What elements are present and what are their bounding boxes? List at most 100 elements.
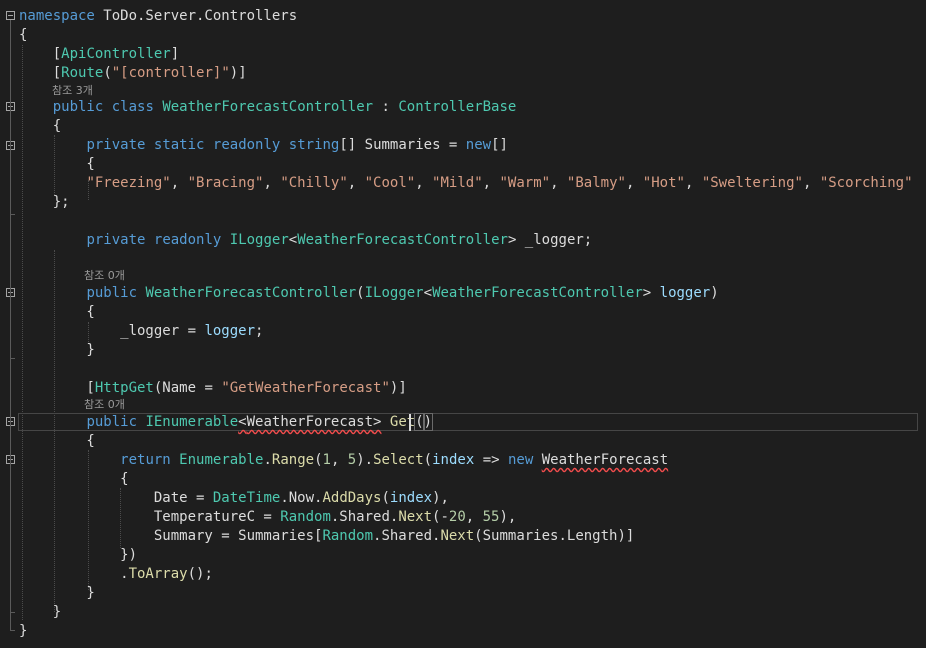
code-token: public bbox=[52, 99, 104, 115]
code-token: "Bracing" bbox=[187, 175, 264, 191]
code-token: < bbox=[423, 285, 433, 301]
code-token: Range bbox=[271, 452, 315, 468]
code-line[interactable]: private readonly ILogger<WeatherForecast… bbox=[19, 231, 592, 250]
code-token: ; bbox=[255, 323, 264, 339]
code-line[interactable]: { bbox=[19, 155, 95, 174]
code-token: } bbox=[19, 604, 62, 620]
code-token: , bbox=[550, 175, 567, 191]
fold-line bbox=[10, 20, 11, 630]
code-token: WeatherForecastController bbox=[162, 99, 374, 115]
code-token: ILogger bbox=[364, 285, 424, 301]
code-token: ApiController bbox=[61, 46, 171, 62]
code-token: , bbox=[415, 175, 433, 191]
code-line[interactable]: Date = DateTime.Now.AddDays(index), bbox=[19, 489, 449, 508]
code-token: { bbox=[19, 471, 129, 487]
code-line[interactable]: } bbox=[19, 603, 61, 622]
code-token: , bbox=[330, 452, 348, 468]
code-token: readonly bbox=[153, 232, 222, 248]
code-token: ). bbox=[356, 452, 374, 468]
code-line[interactable]: [ApiController] bbox=[19, 45, 179, 64]
code-token: index bbox=[432, 452, 475, 468]
code-token: => bbox=[474, 452, 508, 468]
fold-end bbox=[10, 612, 15, 613]
code-line[interactable]: TemperatureC = Random.Shared.Next(-20, 5… bbox=[19, 508, 516, 527]
code-line[interactable]: }; bbox=[19, 193, 70, 212]
code-line[interactable]: { bbox=[19, 470, 129, 489]
code-token: ToDo.Server.Controllers bbox=[94, 8, 298, 24]
code-token: "Chilly" bbox=[280, 175, 348, 191]
code-token: 55 bbox=[482, 509, 500, 525]
code-token: Get bbox=[389, 414, 416, 430]
fold-end bbox=[10, 630, 15, 631]
code-token: "Sweltering" bbox=[701, 175, 803, 191]
code-token: (); bbox=[187, 566, 213, 582]
code-line[interactable]: { bbox=[19, 117, 61, 136]
code-token: [] Summaries = bbox=[339, 137, 466, 153]
code-token: 5 bbox=[347, 452, 357, 468]
code-line[interactable]: { bbox=[19, 26, 27, 45]
code-line[interactable]: "Freezing", "Bracing", "Chilly", "Cool",… bbox=[19, 174, 912, 193]
code-token: .Now. bbox=[280, 490, 323, 506]
code-token: static bbox=[153, 137, 205, 153]
code-token: "Cool" bbox=[364, 175, 416, 191]
code-token: { bbox=[19, 156, 95, 172]
code-line[interactable]: } bbox=[19, 341, 94, 360]
code-token: HttpGet bbox=[94, 380, 154, 396]
code-token: (- bbox=[432, 509, 449, 525]
code-token: [ bbox=[19, 380, 95, 396]
code-token: _logger = bbox=[19, 323, 205, 339]
code-token: WeatherForecastController bbox=[297, 232, 508, 248]
code-token: ( bbox=[356, 285, 365, 301]
fold-end bbox=[10, 358, 15, 359]
code-line[interactable]: [HttpGet(Name = "GetWeatherForecast")] bbox=[19, 379, 406, 398]
code-token: [] bbox=[491, 137, 508, 153]
code-token: Date = bbox=[19, 490, 213, 506]
code-line[interactable]: } bbox=[19, 622, 27, 641]
code-line[interactable]: public WeatherForecastController(ILogger… bbox=[19, 284, 718, 303]
code-line[interactable]: Summary = Summaries[Random.Shared.Next(S… bbox=[19, 527, 634, 546]
codelens-references[interactable]: 참조 0개 bbox=[84, 395, 125, 414]
code-line[interactable]: public class WeatherForecastController :… bbox=[19, 98, 517, 117]
code-token: private bbox=[86, 232, 146, 248]
collapse-icon[interactable] bbox=[6, 11, 15, 20]
code-token: public bbox=[86, 414, 138, 430]
codelens-references[interactable]: 참조 0개 bbox=[84, 266, 125, 285]
code-token: , bbox=[263, 175, 281, 191]
code-line[interactable]: return Enumerable.Range(1, 5).Select(ind… bbox=[19, 451, 668, 470]
code-token: ILogger bbox=[229, 232, 289, 248]
code-token: new bbox=[507, 452, 534, 468]
code-line[interactable]: } bbox=[19, 584, 95, 603]
code-line[interactable]: { bbox=[19, 303, 95, 322]
code-token: , bbox=[465, 509, 483, 525]
code-line[interactable]: { bbox=[19, 432, 95, 451]
code-token: WeatherForecast bbox=[541, 452, 669, 468]
code-token: { bbox=[19, 27, 28, 43]
code-token: { bbox=[19, 433, 95, 449]
code-token: { bbox=[19, 304, 95, 320]
code-token: ( bbox=[103, 65, 112, 81]
code-token: WeatherForecast bbox=[246, 414, 374, 430]
outlining-margin bbox=[0, 0, 18, 648]
code-token: class bbox=[111, 99, 154, 115]
code-line[interactable]: }) bbox=[19, 546, 137, 565]
code-line[interactable]: private static readonly string[] Summari… bbox=[19, 136, 508, 155]
code-token: , bbox=[802, 175, 820, 191]
code-token: TemperatureC = bbox=[19, 509, 281, 525]
code-line[interactable]: .ToArray(); bbox=[19, 565, 213, 584]
code-token: . bbox=[19, 566, 129, 582]
code-editor[interactable]: namespace ToDo.Server.Controllers{ [ApiC… bbox=[0, 0, 926, 648]
code-line[interactable]: public IEnumerable<WeatherForecast> Get(… bbox=[19, 413, 434, 432]
code-line[interactable]: namespace ToDo.Server.Controllers bbox=[19, 7, 297, 26]
code-token: string bbox=[288, 137, 340, 153]
code-token: private bbox=[86, 137, 146, 153]
code-token: } bbox=[19, 585, 95, 601]
code-line[interactable]: _logger = logger; bbox=[19, 322, 263, 341]
code-token: ( bbox=[423, 452, 433, 468]
code-token: (Summaries.Length)] bbox=[474, 528, 635, 544]
